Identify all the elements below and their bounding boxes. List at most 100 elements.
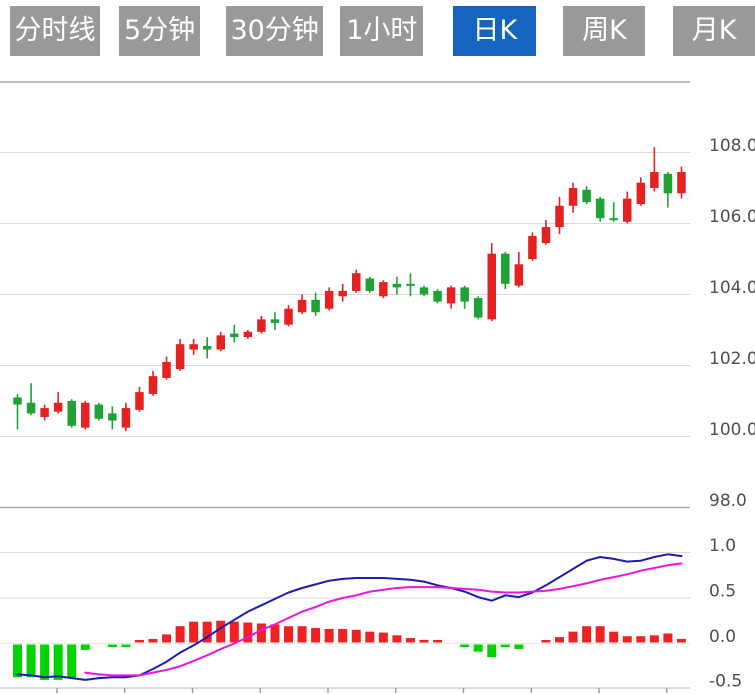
candle-body-up (352, 273, 361, 291)
candle-body-up (298, 300, 307, 312)
macd-hist-bar-up (650, 635, 659, 642)
candle-body-up (677, 172, 686, 193)
macd-hist-bar-down (108, 645, 117, 648)
macd-hist-bar-up (420, 640, 429, 643)
macd-hist-bar-up (555, 637, 564, 642)
candle-body-up (40, 408, 49, 417)
candle-body-up (325, 291, 334, 309)
candle-body-down (230, 334, 239, 338)
macd-hist-bar-up (162, 634, 171, 642)
macd-hist-bar-up (270, 624, 279, 642)
candle-body-up (488, 254, 497, 320)
candle-body-down (393, 284, 402, 288)
candle-body-up (54, 403, 63, 412)
macd-axis-label: 0.0 (709, 627, 736, 647)
price-axis-label: 98.0 (709, 491, 747, 511)
candle-body-down (501, 254, 510, 284)
candle-body-up (217, 335, 226, 349)
macd-axis-label: 1.0 (709, 536, 736, 556)
macd-hist-bar-up (149, 639, 158, 643)
macd-hist-bar-down (13, 645, 22, 678)
candle-body-up (555, 206, 564, 227)
macd-hist-bar-up (379, 633, 388, 643)
macd-hist-bar-up (298, 626, 307, 642)
macd-hist-bar-up (216, 621, 225, 643)
price-axis-label: 104.0 (709, 278, 755, 298)
macd-hist-bar-up (284, 626, 293, 642)
macd-hist-bar-up (636, 636, 645, 642)
macd-hist-bar-down (54, 645, 63, 680)
candle-body-up (447, 287, 456, 303)
macd-hist-bar-up (325, 629, 334, 643)
macd-hist-bar-up (392, 635, 401, 642)
candle-body-up (135, 392, 144, 410)
macd-hist-bar-up (135, 640, 144, 643)
macd-axis-label: -0.5 (709, 672, 742, 692)
candle-body-up (284, 309, 293, 325)
candle-body-down (582, 190, 591, 202)
macd-hist-bar-up (311, 628, 320, 642)
tab-weekly-k[interactable]: 周K (563, 6, 645, 56)
candle-body-down (67, 401, 76, 426)
tab-30min[interactable]: 30分钟 (226, 6, 323, 56)
tab-5min[interactable]: 5分钟 (119, 6, 200, 56)
candle-body-up (528, 236, 537, 259)
timeframe-toolbar: 分时线 5分钟 30分钟 1小时 日K 周K 月K (0, 6, 755, 56)
candle-body-down (460, 287, 469, 301)
macd-hist-bar-down (121, 645, 130, 648)
macd-hist-bar-up (257, 623, 266, 642)
candle-body-down (27, 403, 36, 414)
tab-time-line[interactable]: 分时线 (10, 6, 100, 56)
candle-body-up (637, 183, 646, 204)
dea-line (85, 563, 681, 675)
price-axis-label: 102.0 (709, 349, 755, 369)
macd-hist-bar-down (27, 645, 36, 678)
candle-body-up (257, 319, 266, 331)
macd-hist-bar-down (460, 645, 469, 648)
candle-body-down (433, 291, 442, 302)
candle-body-up (650, 172, 659, 188)
candle-body-up (81, 403, 90, 428)
macd-hist-bar-up (623, 636, 632, 642)
candle-body-down (95, 405, 104, 419)
candle-body-up (379, 282, 388, 296)
macd-hist-bar-up (365, 632, 374, 643)
macd-hist-bar-down (487, 645, 496, 658)
macd-hist-bar-up (176, 626, 185, 642)
candle-body-down (271, 319, 280, 323)
candle-body-down (664, 174, 673, 194)
candle-body-up (244, 332, 253, 337)
tab-daily-k[interactable]: 日K (453, 6, 536, 56)
macd-hist-bar-up (569, 632, 578, 643)
macd-hist-bar-up (596, 626, 605, 642)
macd-hist-bar-up (677, 639, 686, 643)
tab-1hour[interactable]: 1小时 (340, 6, 423, 56)
macd-hist-bar-down (514, 645, 523, 649)
candle-body-down (366, 279, 375, 291)
tab-monthly-k[interactable]: 月K (673, 6, 755, 56)
candle-body-down (474, 298, 483, 318)
candle-body-up (542, 227, 551, 243)
macd-hist-bar-up (338, 629, 347, 643)
macd-hist-bar-up (406, 638, 415, 642)
candle-body-down (203, 346, 212, 350)
candle-body-up (515, 264, 524, 285)
candle-body-up (122, 408, 130, 428)
price-axis-label: 106.0 (709, 207, 755, 227)
candle-body-up (162, 362, 171, 378)
candle-body-up (623, 199, 632, 222)
macd-hist-bar-up (609, 632, 618, 643)
macd-hist-bar-up (663, 633, 672, 642)
macd-hist-bar-up (541, 640, 550, 643)
price-axis-label: 100.0 (709, 420, 755, 440)
candle-body-down (406, 284, 415, 286)
macd-hist-bar-up (352, 630, 361, 643)
candle-body-down (609, 218, 618, 220)
candle-body-down (13, 397, 22, 404)
macd-hist-bar-up (230, 622, 239, 643)
macd-axis-label: 0.5 (709, 582, 736, 602)
candle-body-up (338, 291, 347, 296)
candle-body-down (311, 300, 320, 312)
macd-hist-bar-down (40, 645, 49, 680)
macd-hist-bar-down (67, 645, 76, 679)
